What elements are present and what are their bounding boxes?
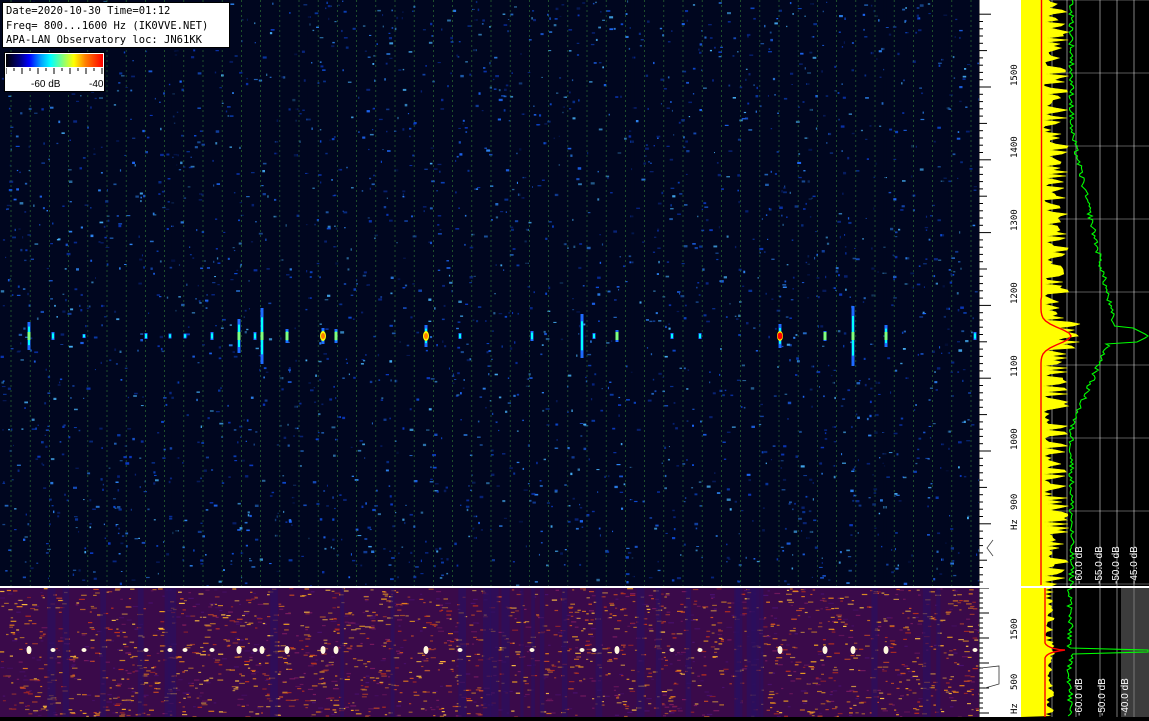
lower-axis-label-500: 500 [1010, 674, 1020, 690]
info-box: Date=2020-10-30 Time=01:12 Freq= 800...1… [2, 2, 230, 48]
info-date-time: Date=2020-10-30 Time=01:12 [6, 4, 226, 19]
waterfall-lower [0, 588, 979, 717]
lower-db-label-60: -60.0 dB [1074, 678, 1085, 716]
lower-db-label-40: -40.0 dB [1120, 678, 1131, 716]
spectrum-plot-main [1021, 0, 1149, 586]
axis-unit-hz: Hz [1010, 519, 1020, 530]
info-frequency: Freq= 800...1600 Hz (IK0VVE.NET) [6, 19, 226, 34]
lower-axis-unit-hz: Hz [1010, 703, 1020, 714]
colorbar: -60 dB -40 [4, 52, 105, 92]
db-label-45: -45.0 dB [1129, 546, 1140, 584]
db-label-50: -50.0 dB [1111, 546, 1122, 584]
axis-label-1200: 1200 [1010, 282, 1020, 304]
colorbar-max-label: -40 [89, 79, 103, 90]
colorbar-min-label: -60 dB [31, 79, 60, 90]
frequency-axis-lower [979, 588, 1021, 717]
colorbar-gradient [6, 54, 103, 67]
lower-db-label-50: -50.0 dB [1097, 678, 1108, 716]
spectrum-lower-peak-trace [1021, 588, 1055, 717]
colorbar-ticks [6, 68, 103, 74]
axis-label-900: 900 [1010, 494, 1020, 510]
axis-label-1300: 1300 [1010, 209, 1020, 231]
axis-label-1100: 1100 [1010, 355, 1020, 377]
axis-label-1400: 1400 [1010, 136, 1020, 158]
db-label-55: -55.0 dB [1094, 546, 1105, 584]
lower-axis-label-1500: 1500 [1010, 618, 1020, 640]
axis-label-1500: 1500 [1010, 64, 1020, 86]
db-label-60: -60.0 dB [1074, 546, 1085, 584]
axis-label-1000: 1000 [1010, 428, 1020, 450]
frequency-axis-lower-ticks [979, 588, 1021, 717]
waterfall-main [0, 0, 979, 586]
info-observatory: APA-LAN Observatory loc: JN61KK [6, 33, 226, 48]
